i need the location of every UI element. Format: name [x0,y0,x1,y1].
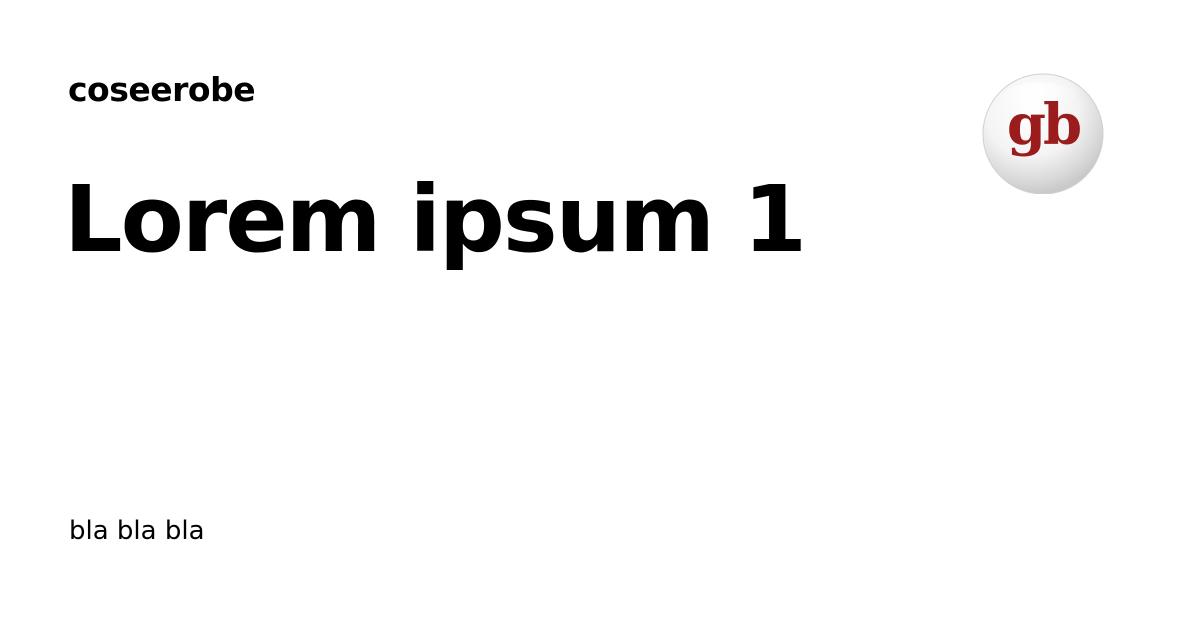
logo-text: gb [1007,92,1080,158]
site-name: coseerobe [68,70,256,109]
post-excerpt: bla bla bla [69,516,205,546]
post-title: Lorem ipsum 1 [64,166,807,273]
gb-logo-icon: gb [980,70,1108,194]
social-card: coseerobe Lorem ipsum 1 bla bla bla gb [0,0,1200,630]
